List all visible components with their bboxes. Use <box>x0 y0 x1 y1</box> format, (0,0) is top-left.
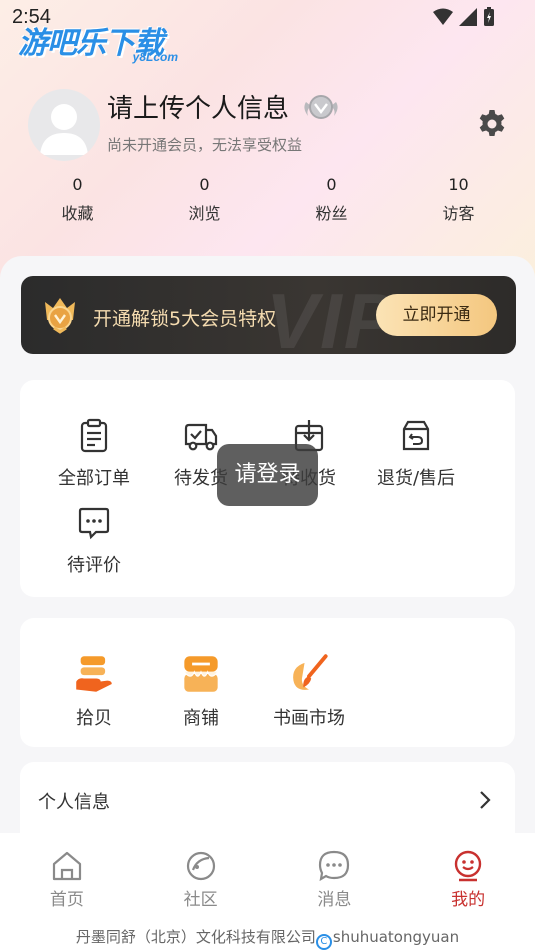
stat-label: 收藏 <box>61 204 94 223</box>
order-to-review[interactable]: 待评价 <box>39 505 149 577</box>
order-label: 全部订单 <box>58 468 130 489</box>
vip-crown-badge-icon <box>45 298 75 334</box>
tab-label: 首页 <box>49 890 84 910</box>
vip-promo-text: 开通解锁5大会员特权 <box>93 308 277 330</box>
stat-value: 10 <box>448 175 469 194</box>
copyright-icon: C <box>315 934 332 950</box>
tab-label: 我的 <box>451 890 486 910</box>
default-avatar-icon <box>40 104 88 155</box>
member-status-tip: 尚未开通会员，无法享受权益 <box>107 136 303 154</box>
footer-company: 丹墨同舒（北京）文化科技有限公司 <box>75 928 316 946</box>
stat-browsed[interactable]: 0 浏览 <box>141 175 268 224</box>
avatar[interactable] <box>28 89 100 161</box>
tab-messages[interactable]: 消息 <box>268 833 402 923</box>
shell-stack-icon <box>76 656 112 692</box>
store-icon <box>183 656 219 692</box>
footer-site: shuhuatongyuan <box>332 928 460 946</box>
message-icon <box>319 850 350 882</box>
brush-icon <box>293 654 328 690</box>
stat-label: 访客 <box>442 204 475 223</box>
truck-icon <box>184 423 218 451</box>
order-returns[interactable]: 退货/售后 <box>361 418 471 490</box>
services-card: 拾贝 商铺 书画市场 <box>20 618 515 747</box>
service-label: 拾贝 <box>76 708 112 729</box>
footer-watermark: 丹墨同舒（北京）文化科技有限公司 Cshuhuatongyuan <box>0 923 535 951</box>
site-watermark-logo: 游吧乐下载 y8Lcom <box>18 14 188 68</box>
battery-icon <box>484 7 494 26</box>
tab-label: 消息 <box>317 890 352 910</box>
clipboard-icon <box>80 418 108 453</box>
personal-info-label: 个人信息 <box>38 792 110 813</box>
open-vip-button[interactable]: 立即开通 <box>376 294 497 336</box>
status-icons <box>433 7 495 27</box>
stat-value: 0 <box>199 175 210 194</box>
order-label: 退货/售后 <box>376 468 456 489</box>
me-icon <box>454 850 482 882</box>
home-icon <box>52 851 81 881</box>
stat-label: 浏览 <box>188 204 221 223</box>
bottom-tab-bar: 首页 社区 消息 我的 <box>0 833 535 923</box>
stat-value: 0 <box>326 175 337 194</box>
service-shop[interactable]: 商铺 <box>146 654 256 730</box>
tab-community[interactable]: 社区 <box>134 833 268 923</box>
wifi-icon <box>433 8 453 25</box>
comment-icon <box>78 507 110 540</box>
login-toast: 请登录 <box>217 444 318 506</box>
service-label: 商铺 <box>183 708 219 729</box>
settings-gear-icon[interactable] <box>476 108 508 140</box>
username[interactable]: 请上传个人信息 <box>107 88 289 125</box>
stat-label: 粉丝 <box>315 204 348 223</box>
stat-fans[interactable]: 0 粉丝 <box>268 175 395 224</box>
service-label: 书画市场 <box>273 708 345 729</box>
watermark-logo-domain: y8Lcom <box>132 50 178 64</box>
profile-stats: 0 收藏 0 浏览 0 粉丝 10 访客 <box>14 175 522 224</box>
service-shibei[interactable]: 拾贝 <box>39 654 149 730</box>
vip-banner[interactable]: VIP 开通解锁5大会员特权 立即开通 <box>21 276 516 354</box>
tab-home[interactable]: 首页 <box>0 833 134 923</box>
order-label: 待评价 <box>67 555 121 576</box>
stat-value: 0 <box>72 175 83 194</box>
order-all[interactable]: 全部订单 <box>39 418 149 490</box>
tab-me[interactable]: 我的 <box>401 833 535 923</box>
stat-favorites[interactable]: 0 收藏 <box>14 175 141 224</box>
stat-visitors[interactable]: 10 访客 <box>395 175 522 224</box>
member-badge-icon <box>304 95 338 119</box>
signal-icon <box>459 8 477 26</box>
tab-label: 社区 <box>183 890 218 910</box>
return-icon <box>402 420 430 451</box>
service-art-market[interactable]: 书画市场 <box>254 654 364 730</box>
chevron-right-icon <box>480 791 491 809</box>
community-icon <box>186 851 215 881</box>
